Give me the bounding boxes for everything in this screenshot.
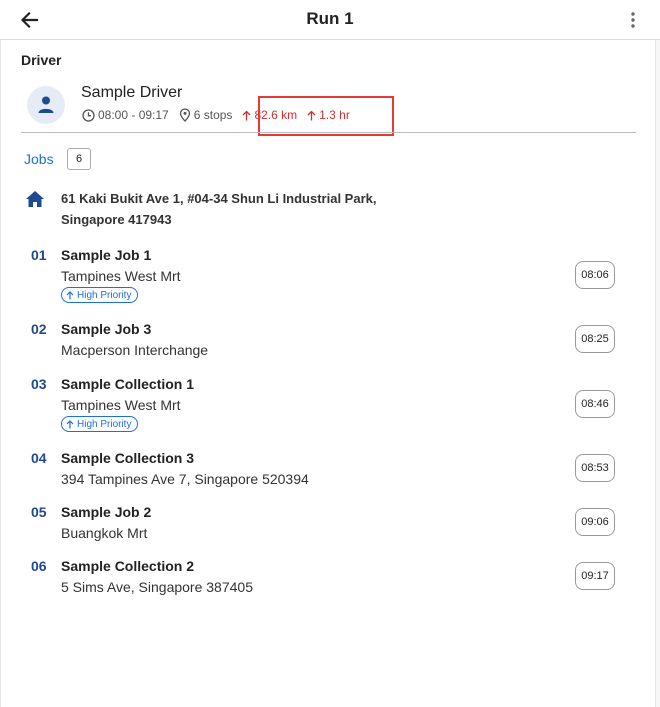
arrow-up-icon	[66, 419, 74, 428]
more-vertical-icon[interactable]	[628, 10, 638, 30]
app-bar: Run 1	[0, 0, 660, 40]
panel-scroll-edge	[655, 40, 660, 707]
job-name: Sample Job 1	[61, 247, 152, 263]
job-address: 5 Sims Ave, Singapore 387405	[61, 579, 253, 595]
depot-address: 61 Kaki Bukit Ave 1, #04-34 Shun Li Indu…	[61, 188, 421, 230]
priority-badge: High Priority	[61, 287, 139, 303]
arrow-up-icon	[66, 290, 74, 299]
stops-count: 6 stops	[193, 108, 233, 122]
driver-section-label: Driver	[21, 52, 62, 68]
job-name: Sample Job 2	[61, 504, 152, 520]
location-pin-icon	[179, 108, 190, 122]
priority-badge-label: High Priority	[77, 289, 132, 301]
job-eta: 09:06	[575, 508, 615, 536]
person-icon	[38, 96, 54, 113]
job-number: 06	[31, 558, 47, 574]
job-number: 03	[31, 376, 47, 392]
job-name: Sample Job 3	[61, 321, 152, 337]
section-divider	[21, 132, 636, 133]
job-number: 04	[31, 450, 47, 466]
stats-highlight-box	[258, 96, 394, 136]
job-eta: 08:25	[575, 325, 615, 353]
job-eta: 08:46	[575, 390, 615, 418]
job-number: 02	[31, 321, 47, 337]
depot-address-line2: Singapore 417943	[61, 212, 172, 227]
job-name: Sample Collection 1	[61, 376, 195, 392]
depot-address-line1: 61 Kaki Bukit Ave 1, #04-34 Shun Li Indu…	[61, 191, 377, 206]
job-eta: 08:53	[575, 454, 615, 482]
job-address: Buangkok Mrt	[61, 525, 148, 541]
clock-icon	[82, 108, 95, 122]
job-eta: 09:17	[575, 562, 615, 590]
arrow-up-icon	[242, 110, 251, 120]
home-icon	[25, 190, 45, 213]
job-address: Macperson Interchange	[61, 342, 209, 358]
job-eta: 08:06	[575, 261, 615, 289]
priority-badge: High Priority	[61, 416, 139, 432]
driver-name[interactable]: Sample Driver	[81, 84, 182, 102]
job-address: Tampines West Mrt	[61, 397, 181, 413]
run-time-range: 08:00 - 09:17	[98, 108, 169, 122]
job-number: 05	[31, 504, 47, 520]
priority-badge-label: High Priority	[77, 418, 132, 430]
panel-left-border	[0, 40, 1, 707]
job-address: 394 Tampines Ave 7, Singapore 520394	[61, 471, 309, 487]
job-name: Sample Collection 2	[61, 558, 195, 574]
job-address: Tampines West Mrt	[61, 268, 181, 284]
driver-avatar	[27, 86, 65, 124]
jobs-count-badge: 6	[67, 148, 91, 170]
job-name: Sample Collection 3	[61, 450, 195, 466]
jobs-tab[interactable]: Jobs	[24, 151, 54, 167]
job-number: 01	[31, 247, 47, 263]
page-title: Run 1	[306, 9, 354, 28]
